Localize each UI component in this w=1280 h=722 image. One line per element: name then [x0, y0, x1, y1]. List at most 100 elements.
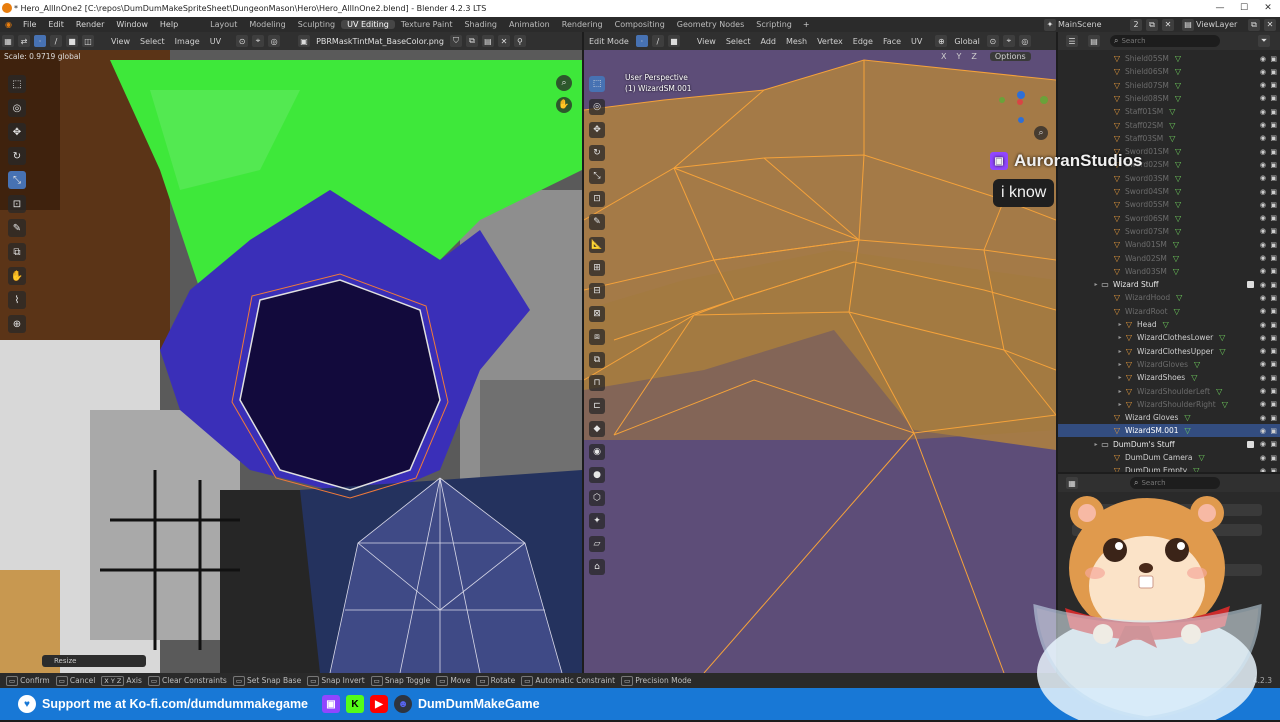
visibility-eye-icon[interactable]: ◉ — [1260, 321, 1266, 329]
viewport-menu-select[interactable]: Select — [721, 37, 756, 46]
outliner-item[interactable]: ▽ Sword06SM ▽ ◉ ▣ — [1058, 212, 1280, 225]
outliner-item[interactable]: ▸ ▽ WizardShoulderLeft ▽ ◉ ▣ — [1058, 385, 1280, 398]
render-camera-icon[interactable]: ▣ — [1270, 414, 1277, 422]
render-camera-icon[interactable]: ▣ — [1270, 440, 1277, 448]
scene-name[interactable]: MainScene — [1058, 20, 1128, 29]
tab-scripting[interactable]: Scripting — [750, 20, 798, 29]
outliner-item[interactable]: ▸ ▽ WizardClothesUpper ▽ ◉ ▣ — [1058, 345, 1280, 358]
options-dropdown[interactable]: Options — [989, 52, 1031, 61]
outliner-item[interactable]: ▽ Staff01SM ▽ ◉ ▣ — [1058, 105, 1280, 118]
render-camera-icon[interactable]: ▣ — [1270, 108, 1277, 116]
vertex-mode-icon[interactable]: · — [635, 35, 648, 47]
outliner-search[interactable]: ⌕ Search — [1110, 35, 1220, 47]
viewport-menu-view[interactable]: View — [692, 37, 721, 46]
mirror-z-toggle[interactable]: Z — [966, 52, 981, 61]
render-camera-icon[interactable]: ▣ — [1270, 360, 1277, 368]
annotate-icon[interactable]: ✎ — [8, 219, 26, 237]
close-button[interactable]: ✕ — [1256, 0, 1280, 17]
visibility-eye-icon[interactable]: ◉ — [1260, 214, 1266, 222]
uv-menu-select[interactable]: Select — [135, 37, 170, 46]
extrude-icon[interactable]: ⊟ — [589, 282, 605, 299]
snap-icon[interactable]: ⌖ — [252, 35, 265, 47]
render-camera-icon[interactable]: ▣ — [1270, 55, 1277, 63]
rip-region-icon[interactable]: ⌂ — [589, 558, 605, 575]
render-camera-icon[interactable]: ▣ — [1270, 174, 1277, 182]
mode-selector[interactable]: Edit Mode — [584, 37, 634, 46]
open-image-icon[interactable]: ▤ — [481, 35, 494, 47]
face-select-icon[interactable]: ■ — [66, 35, 78, 47]
outliner-item[interactable]: ▸ ▭ Wizard Stuff ◉ ▣ — [1058, 278, 1280, 291]
visibility-eye-icon[interactable]: ◉ — [1260, 267, 1266, 275]
delete-scene-icon[interactable]: ✕ — [1162, 18, 1174, 31]
edge-slide-icon[interactable]: ⬡ — [589, 489, 605, 506]
visibility-eye-icon[interactable]: ◉ — [1260, 121, 1266, 129]
visibility-eye-icon[interactable]: ◉ — [1260, 254, 1266, 262]
render-camera-icon[interactable]: ▣ — [1270, 121, 1277, 129]
render-camera-icon[interactable]: ▣ — [1270, 254, 1277, 262]
maximize-button[interactable]: ☐ — [1232, 0, 1256, 17]
expand-arrow-icon[interactable]: ▸ — [1116, 361, 1124, 368]
render-camera-icon[interactable]: ▣ — [1270, 68, 1277, 76]
smooth-icon[interactable]: ◉ — [589, 443, 605, 460]
measure-icon[interactable]: 📐 — [589, 236, 605, 253]
filter-icon[interactable]: ⏷ — [1258, 35, 1270, 47]
outliner-item[interactable]: ▽ Wizard Gloves ▽ ◉ ▣ — [1058, 411, 1280, 424]
render-camera-icon[interactable]: ▣ — [1270, 387, 1277, 395]
pinch-icon[interactable]: ⊕ — [8, 315, 26, 333]
outliner-item[interactable]: ▽ WizardSM.001 ▽ ◉ ▣ — [1058, 424, 1280, 438]
cursor-icon[interactable]: ◎ — [589, 98, 605, 115]
visibility-eye-icon[interactable]: ◉ — [1260, 334, 1266, 342]
zoom-icon[interactable]: ⌕ — [556, 75, 572, 91]
tab-shading[interactable]: Shading — [458, 20, 503, 29]
expand-arrow-icon[interactable]: ▸ — [1116, 388, 1124, 395]
editor-type-icon[interactable]: ▦ — [2, 35, 14, 47]
outliner-item[interactable]: ▸ ▽ WizardGloves ▽ ◉ ▣ — [1058, 358, 1280, 371]
expand-arrow-icon[interactable]: ▸ — [1116, 401, 1124, 408]
outliner-item[interactable]: ▸ ▽ WizardShoes ▽ ◉ ▣ — [1058, 371, 1280, 384]
blender-menu-icon[interactable]: ◉ — [0, 20, 17, 29]
viewport-menu-uv[interactable]: UV — [906, 37, 927, 46]
randomize-icon[interactable]: ● — [589, 466, 605, 483]
tab-rendering[interactable]: Rendering — [556, 20, 609, 29]
proportional-icon[interactable]: ◎ — [1018, 35, 1031, 47]
outliner-item[interactable]: ▸ ▽ WizardShoulderRight ▽ ◉ ▣ — [1058, 398, 1280, 411]
visibility-eye-icon[interactable]: ◉ — [1260, 188, 1266, 196]
render-camera-icon[interactable]: ▣ — [1270, 334, 1277, 342]
minimize-button[interactable]: — — [1208, 0, 1232, 17]
image-name[interactable]: PBRMaskTintMat_BaseColor.png — [312, 37, 448, 46]
outliner-item[interactable]: ▽ Shield05SM ▽ ◉ ▣ — [1058, 52, 1280, 65]
orientation-icon[interactable]: ⊕ — [935, 35, 948, 47]
visibility-eye-icon[interactable]: ◉ — [1260, 294, 1266, 302]
annotate-icon[interactable]: ✎ — [589, 213, 605, 230]
uv-canvas[interactable]: Scale: 0.9719 global ⬚ ◎ ✥ ↻ ⤡ ⊡ ✎ ⧉ ✋ ⌇ ⊕ ⌕ ✋ Resi… — [0, 50, 582, 673]
outliner-item[interactable]: ▽ Sword05SM ▽ ◉ ▣ — [1058, 198, 1280, 211]
expand-arrow-icon[interactable]: ▸ — [1116, 374, 1124, 381]
render-camera-icon[interactable]: ▣ — [1270, 81, 1277, 89]
display-mode-icon[interactable]: ▤ — [1088, 35, 1100, 47]
menu-file[interactable]: File — [17, 20, 42, 29]
island-select-icon[interactable]: ◫ — [82, 35, 94, 47]
pivot-icon[interactable]: ⊙ — [236, 35, 249, 47]
outliner-item[interactable]: ▽ Wand02SM ▽ ◉ ▣ — [1058, 252, 1280, 265]
new-view-layer-icon[interactable]: ⧉ — [1248, 18, 1260, 31]
render-camera-icon[interactable]: ▣ — [1270, 454, 1277, 462]
visibility-eye-icon[interactable]: ◉ — [1260, 174, 1266, 182]
viewport-menu-vertex[interactable]: Vertex — [812, 37, 848, 46]
menu-window[interactable]: Window — [110, 20, 154, 29]
tab-animation[interactable]: Animation — [503, 20, 556, 29]
proportional-edit-icon[interactable]: ◎ — [268, 35, 281, 47]
tab-sculpting[interactable]: Sculpting — [292, 20, 341, 29]
pin-icon[interactable]: ⚲ — [513, 35, 526, 47]
menu-edit[interactable]: Edit — [42, 20, 70, 29]
visibility-eye-icon[interactable]: ◉ — [1260, 68, 1266, 76]
visibility-eye-icon[interactable]: ◉ — [1260, 81, 1266, 89]
unlink-image-icon[interactable]: ✕ — [497, 35, 510, 47]
visibility-eye-icon[interactable]: ◉ — [1260, 108, 1266, 116]
grab-icon[interactable]: ✋ — [8, 267, 26, 285]
fake-user-icon[interactable]: ⛉ — [449, 35, 462, 47]
render-camera-icon[interactable]: ▣ — [1270, 281, 1277, 289]
knife-icon[interactable]: ⊓ — [589, 374, 605, 391]
shrink-fatten-icon[interactable]: ✦ — [589, 512, 605, 529]
snapping-icon[interactable]: ⌖ — [1002, 35, 1015, 47]
viewport-menu-face[interactable]: Face — [878, 37, 906, 46]
